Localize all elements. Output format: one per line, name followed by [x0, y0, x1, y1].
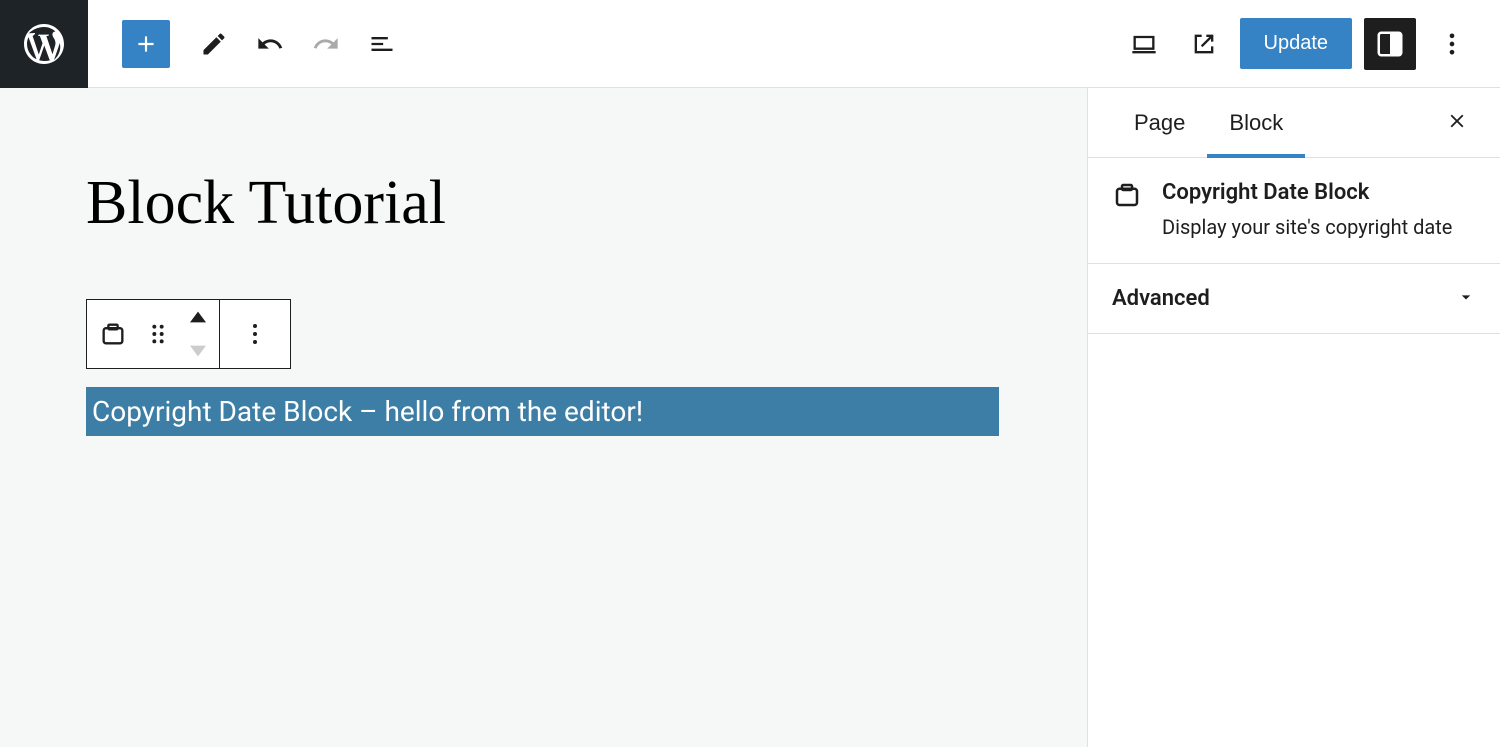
options-button[interactable]: [1428, 20, 1476, 68]
settings-toggle-button[interactable]: [1364, 18, 1416, 70]
chevron-down-icon: [1456, 287, 1476, 311]
block-options-button[interactable]: [220, 300, 290, 368]
document-outline-button[interactable]: [358, 20, 406, 68]
add-block-button[interactable]: [122, 20, 170, 68]
block-type-icon[interactable]: [87, 300, 139, 368]
selected-block[interactable]: Copyright Date Block – hello from the ed…: [86, 387, 999, 436]
tab-block[interactable]: Block: [1207, 88, 1305, 157]
undo-button[interactable]: [246, 20, 294, 68]
block-icon: [1112, 180, 1142, 241]
advanced-panel-label: Advanced: [1112, 286, 1210, 311]
preview-button[interactable]: [1180, 20, 1228, 68]
view-button[interactable]: [1120, 20, 1168, 68]
move-up-button[interactable]: [177, 300, 219, 334]
settings-sidebar: Page Block Copyright Date Block Display …: [1087, 88, 1500, 747]
redo-button: [302, 20, 350, 68]
drag-handle-icon[interactable]: [139, 300, 177, 368]
wordpress-logo[interactable]: [0, 0, 88, 88]
move-down-button: [177, 334, 219, 368]
block-info: Copyright Date Block Display your site's…: [1088, 158, 1500, 264]
page-title[interactable]: Block Tutorial: [86, 168, 1087, 239]
close-sidebar-button[interactable]: [1438, 102, 1476, 143]
editor-canvas[interactable]: Block Tutorial: [0, 88, 1087, 747]
tab-page[interactable]: Page: [1112, 88, 1207, 157]
block-toolbar: [86, 299, 291, 369]
update-button[interactable]: Update: [1240, 18, 1353, 69]
block-title: Copyright Date Block: [1162, 180, 1452, 205]
block-description: Display your site's copyright date: [1162, 213, 1452, 241]
advanced-panel-toggle[interactable]: Advanced: [1088, 264, 1500, 333]
tools-button[interactable]: [190, 20, 238, 68]
